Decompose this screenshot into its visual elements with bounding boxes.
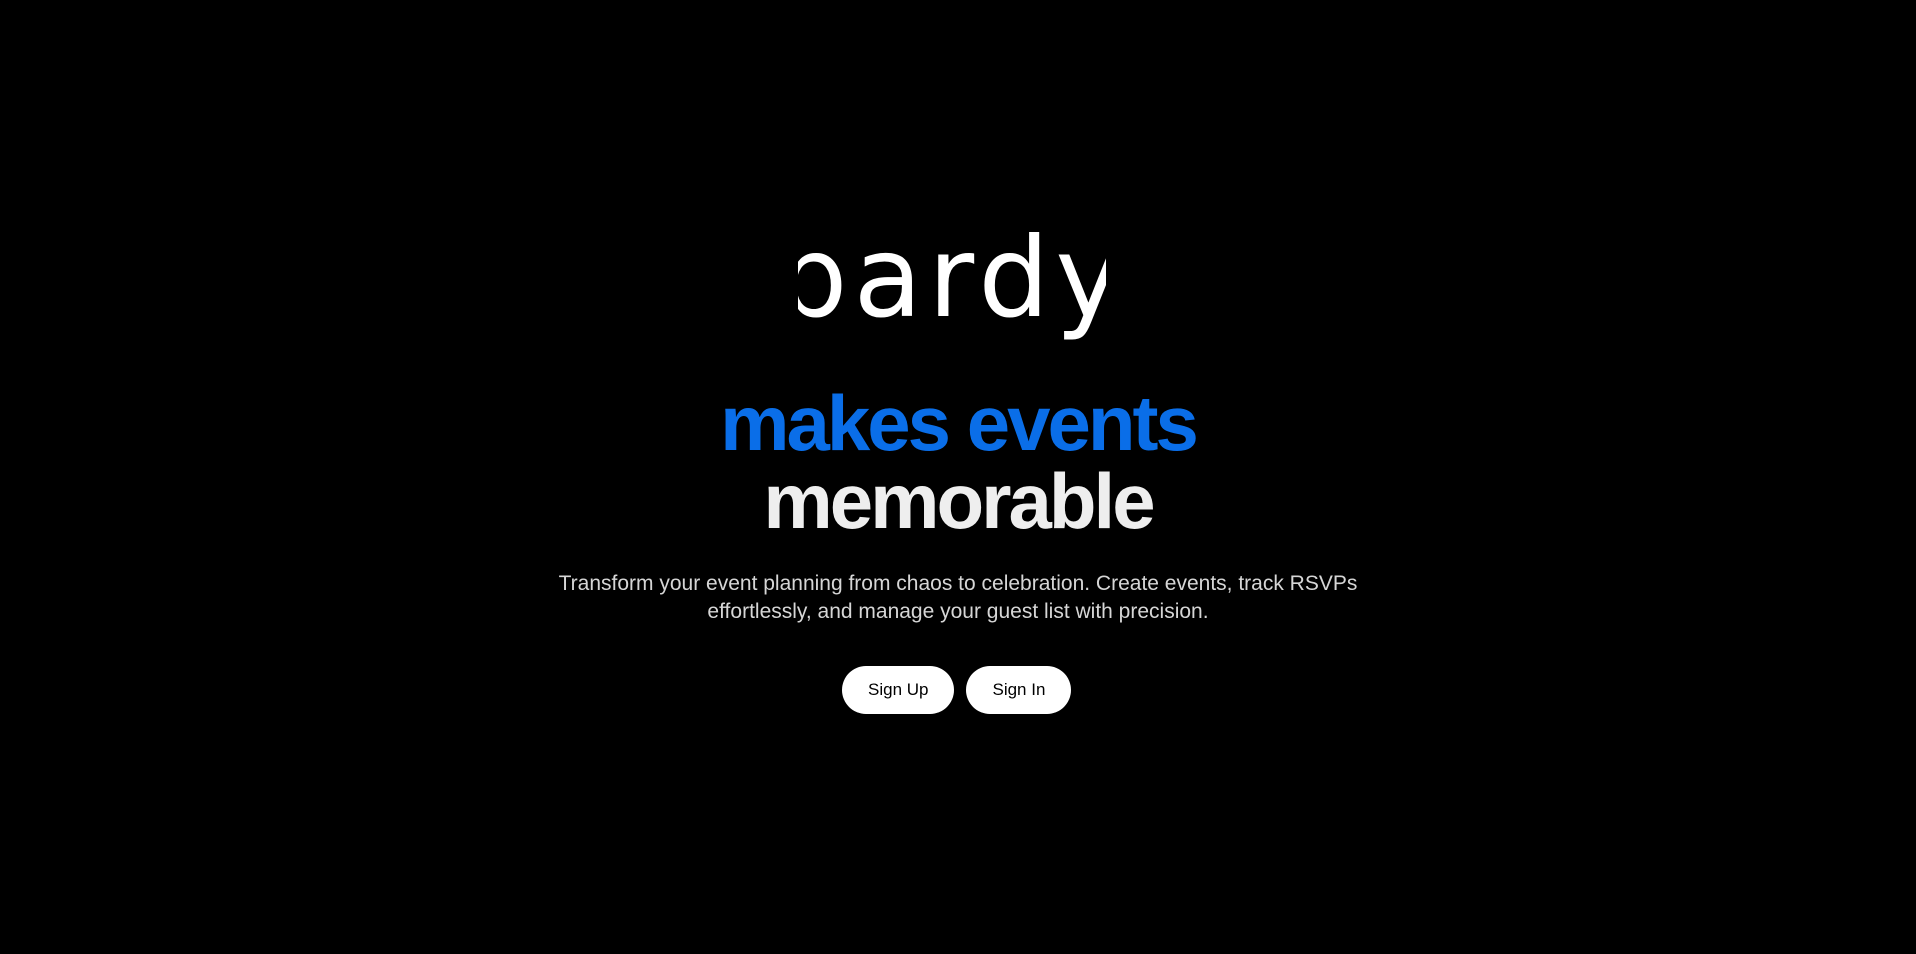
sign-in-button[interactable]: Sign In: [966, 666, 1072, 714]
auth-actions: Sign Up Sign In: [842, 666, 1072, 714]
tagline-line-1: Transform your event planning from chaos…: [558, 572, 1358, 595]
hero-tagline: Transform your event planning from chaos…: [558, 570, 1358, 626]
sign-up-button[interactable]: Sign Up: [842, 666, 955, 714]
tagline-line-2: effortlessly, and manage your guest list…: [707, 600, 1209, 623]
hero-section: pardy makes events memorable Transform y…: [0, 0, 1916, 954]
headline-accent: makes events: [720, 379, 1199, 467]
pardy-logo: pardy: [798, 232, 1106, 343]
logo-wordmark: pardy: [798, 232, 1106, 343]
headline-main: memorable: [763, 457, 1155, 545]
